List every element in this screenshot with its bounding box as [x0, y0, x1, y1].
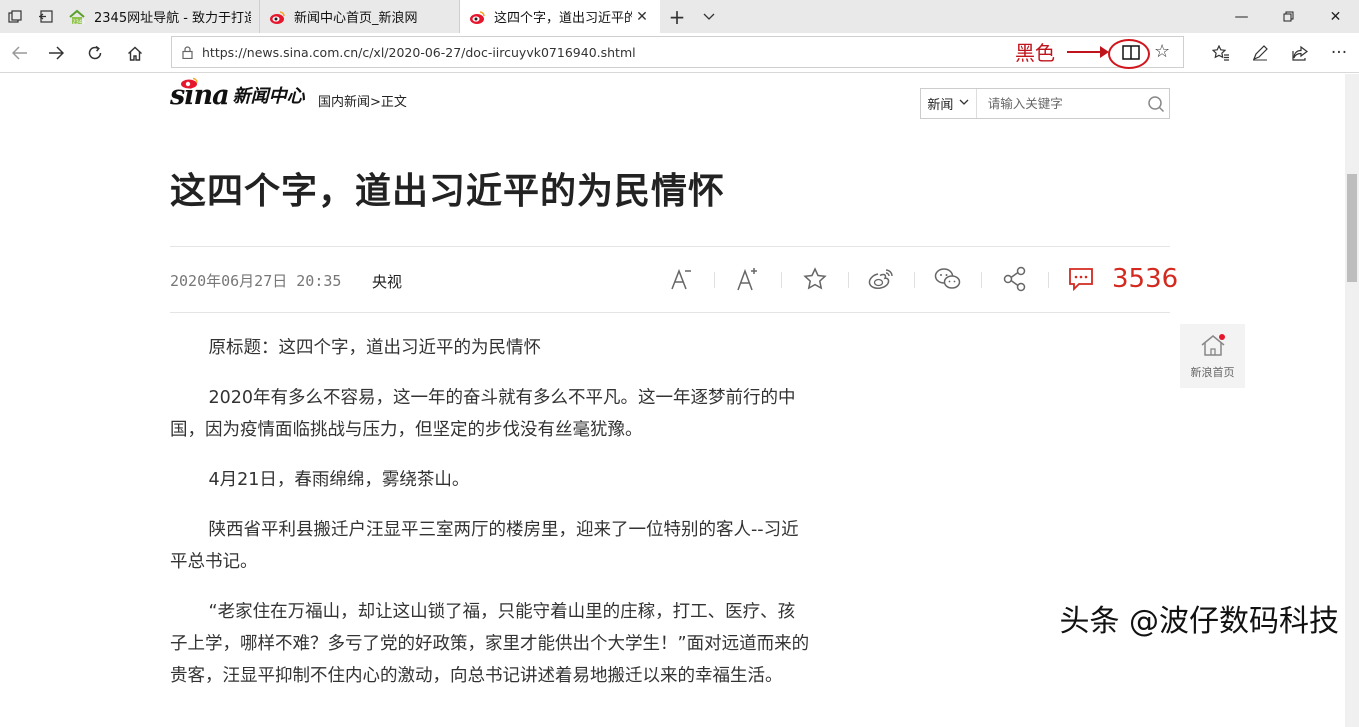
favorites-hub-icon[interactable] [1201, 33, 1241, 73]
forward-arrow-icon[interactable] [36, 33, 76, 73]
search-input[interactable] [976, 89, 1144, 118]
sina-home-float-button[interactable]: 新浪首页 [1180, 324, 1245, 388]
tab-bar: 2345 2345网址导航 - 致力于打造 新闻中心首页_新浪网 这四个字，道出… [0, 0, 1359, 33]
home-float-label: 新浪首页 [1190, 365, 1235, 379]
section-name: 新闻中心 [232, 86, 305, 107]
site-search: 新闻 [920, 88, 1170, 119]
annotation-arrow [1067, 46, 1109, 58]
tab-title: 2345网址导航 - 致力于打造 [94, 11, 251, 26]
divider [170, 246, 1170, 247]
svg-text:2345: 2345 [73, 19, 86, 25]
divider [781, 272, 782, 288]
article-title: 这四个字，道出习近平的为民情怀 [170, 171, 726, 212]
wechat-share-icon[interactable] [933, 264, 963, 294]
share-icon[interactable] [1280, 33, 1320, 73]
share-nodes-icon[interactable] [1000, 264, 1030, 294]
back-arrow-icon[interactable] [0, 33, 40, 73]
font-increase-icon[interactable] [733, 264, 763, 294]
breadcrumb[interactable]: 国内新闻>正文 [318, 91, 407, 110]
sina-eye-favicon-icon [468, 8, 486, 26]
divider [714, 272, 715, 288]
article-paragraph: 4月21日，春雨绵绵，雾绕茶山。 [208, 470, 470, 490]
divider [170, 312, 1170, 313]
house-favicon-icon: 2345 [68, 8, 86, 26]
article-paragraph: 原标题：这四个字，道出习近平的为民情怀 [208, 338, 542, 358]
set-tabs-aside-icon[interactable] [30, 0, 60, 33]
sina-news-logo[interactable]: sina 新闻中心 [170, 77, 305, 111]
lock-icon[interactable] [172, 45, 202, 59]
scrollbar-thumb[interactable] [1347, 174, 1357, 282]
sina-eye-favicon-icon [268, 8, 286, 26]
more-dots-icon[interactable]: ··· [1319, 33, 1359, 73]
url-text: https://news.sina.com.cn/c/xl/2020-06-27… [202, 44, 636, 60]
new-tab-plus-icon[interactable]: + [660, 0, 694, 33]
home-icon[interactable] [115, 33, 155, 73]
favorite-star-icon[interactable]: ☆ [1154, 41, 1170, 62]
divider [914, 272, 915, 288]
article-paragraph: “老家住在万福山，却让这山锁了福，只能守着山里的庄稼，打工、医疗、孩子上学，哪样… [170, 602, 810, 686]
article-paragraph: 2020年有多么不容易，这一年的奋斗就有多么不平凡。这一年逐梦前行的中国，因为疫… [170, 388, 796, 440]
collect-star-icon[interactable] [800, 264, 830, 294]
tab-title: 这四个字，道出习近平的 [494, 11, 632, 26]
annotation-label: 黑色 [1015, 41, 1055, 65]
article-body: 原标题：这四个字，道出习近平的为民情怀 2020年有多么不容易，这一年的奋斗就有… [170, 332, 810, 710]
reading-view-book-icon[interactable] [1121, 44, 1141, 62]
address-bar: https://news.sina.com.cn/c/xl/2020-06-27… [0, 33, 1359, 73]
sina-logo: sina [170, 77, 230, 111]
tab-manager-icon[interactable] [0, 0, 30, 33]
home-icon [1199, 333, 1227, 361]
tab-preview-chevron-icon[interactable] [694, 0, 724, 33]
sina-eye-icon [181, 77, 198, 89]
vertical-scrollbar[interactable] [1345, 74, 1359, 727]
weibo-share-icon[interactable] [866, 264, 896, 294]
chevron-down-icon [959, 98, 969, 109]
divider [1048, 272, 1049, 288]
restore-icon[interactable] [1265, 0, 1312, 33]
window-controls: — ✕ [1218, 0, 1359, 33]
tab-article[interactable]: 这四个字，道出习近平的 ✕ [460, 0, 660, 33]
article-source[interactable]: 央视 [372, 271, 402, 292]
close-window-icon[interactable]: ✕ [1312, 0, 1359, 33]
search-category-label: 新闻 [927, 98, 954, 113]
tab-title: 新闻中心首页_新浪网 [294, 11, 418, 26]
tab-close-icon[interactable]: ✕ [632, 9, 652, 25]
divider [981, 272, 982, 288]
article-date: 2020年06月27日 20:35 [170, 272, 342, 290]
minimize-icon[interactable]: — [1218, 0, 1265, 33]
tab-sina-news[interactable]: 新闻中心首页_新浪网 [260, 0, 460, 33]
comment-bubble-icon[interactable] [1066, 264, 1096, 294]
divider [848, 272, 849, 288]
comment-count[interactable]: 3536 [1112, 264, 1178, 294]
tab-2345[interactable]: 2345 2345网址导航 - 致力于打造 [60, 0, 260, 33]
web-note-pen-icon[interactable] [1240, 33, 1280, 73]
refresh-icon[interactable] [75, 33, 115, 73]
search-icon[interactable] [1144, 95, 1169, 113]
search-category-select[interactable]: 新闻 [921, 89, 977, 118]
article-paragraph: 陕西省平利县搬迁户汪显平三室两厅的楼房里，迎来了一位特别的客人--习近平总书记。 [170, 520, 799, 572]
watermark-text: 头条 @波仔数码科技 [1059, 604, 1339, 639]
font-decrease-icon[interactable] [666, 264, 696, 294]
